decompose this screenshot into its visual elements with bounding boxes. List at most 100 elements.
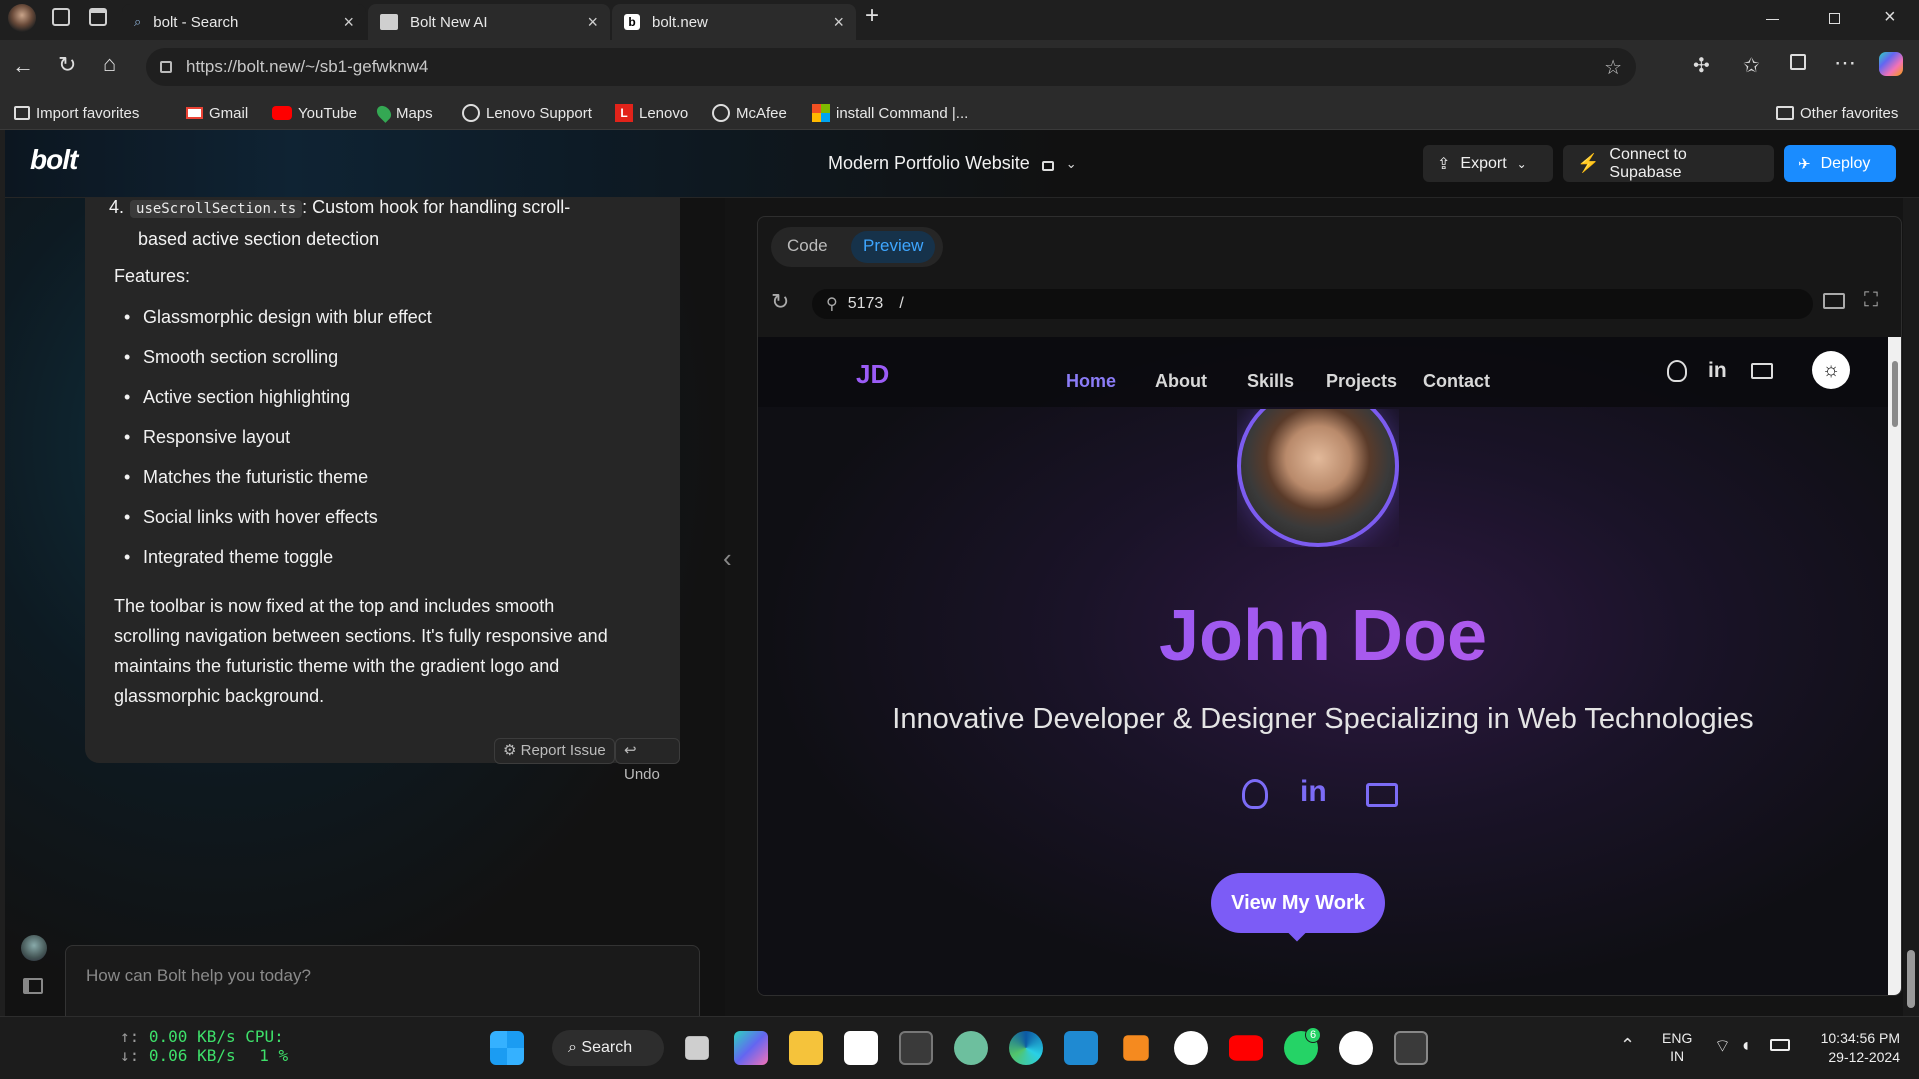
- linkedin-icon[interactable]: in: [1708, 359, 1727, 383]
- hero-github-icon[interactable]: [1242, 779, 1268, 809]
- hero-linkedin-icon[interactable]: in: [1300, 775, 1327, 809]
- bolt-logo[interactable]: bolt: [30, 144, 78, 176]
- favorite-star-icon[interactable]: ☆: [1604, 55, 1622, 80]
- favorites-icon[interactable]: ✩: [1743, 53, 1760, 78]
- clock[interactable]: 10:34:56 PM 29-12-2024: [1808, 1029, 1900, 1067]
- close-icon[interactable]: ×: [833, 12, 844, 33]
- view-my-work-button[interactable]: View My Work: [1211, 873, 1385, 933]
- github-app-icon[interactable]: [1339, 1031, 1373, 1065]
- tab-bolt-search[interactable]: ⌕ bolt - Search ×: [122, 4, 366, 40]
- undo-button[interactable]: ↩ Undo: [615, 738, 680, 783]
- chevron-down-icon: ⌄: [1516, 156, 1527, 171]
- tab-bolt-new-ai[interactable]: Bolt New AI ×: [368, 4, 610, 40]
- windows-taskbar: ↑: 0.00 KB/s CPU: ↓: 0.06 KB/s 1 % ⌕ Sea…: [0, 1016, 1919, 1079]
- close-icon[interactable]: ×: [587, 12, 598, 33]
- url-field[interactable]: https://bolt.new/~/sb1-gefwknw4 ☆: [146, 48, 1636, 86]
- bookmark-other-favorites[interactable]: Other favorites: [1776, 102, 1898, 124]
- battery-icon[interactable]: [1770, 1039, 1790, 1051]
- nav-home[interactable]: Home: [1066, 371, 1116, 392]
- bookmark-lenovo-support[interactable]: Lenovo Support: [462, 102, 592, 124]
- connect-supabase-button[interactable]: ⚡ Connect to Supabase: [1563, 145, 1774, 182]
- sidebar-toggle-icon[interactable]: [23, 978, 43, 994]
- tab-code[interactable]: Code: [787, 236, 828, 256]
- bookmark-youtube[interactable]: YouTube: [272, 102, 357, 124]
- fullscreen-icon[interactable]: ⛶: [1864, 289, 1878, 312]
- nav-about[interactable]: About: [1155, 371, 1207, 392]
- taskbar-search[interactable]: ⌕ Search: [552, 1030, 664, 1066]
- vscode-icon[interactable]: [1064, 1031, 1098, 1065]
- nav-skills[interactable]: Skills: [1247, 371, 1294, 392]
- copilot-icon[interactable]: [1879, 52, 1903, 76]
- extensions-icon[interactable]: ✣: [1693, 53, 1710, 78]
- bookmark-lenovo[interactable]: L Lenovo: [615, 102, 688, 124]
- workspaces-icon[interactable]: [52, 8, 70, 26]
- youtube-app-icon[interactable]: [1229, 1035, 1263, 1061]
- volume-icon[interactable]: ◖: [1740, 1035, 1751, 1056]
- bug-icon: ⚙: [503, 742, 521, 759]
- bookmark-gmail[interactable]: Gmail: [186, 102, 248, 124]
- bookmark-maps[interactable]: Maps: [374, 102, 433, 124]
- theme-toggle-button[interactable]: ☼: [1812, 351, 1850, 389]
- app-scrollbar[interactable]: [1903, 198, 1919, 1016]
- bookmark-install-command[interactable]: install Command |...: [812, 102, 968, 124]
- site-logo[interactable]: JD: [856, 359, 889, 390]
- prompt-box[interactable]: How can Bolt help you today? 🔗︎ ✦: [65, 945, 700, 1016]
- tab-bolt-new[interactable]: b bolt.new ×: [612, 4, 856, 40]
- preview-scrollbar[interactable]: [1888, 337, 1901, 995]
- port-plug-icon: ⚲: [826, 296, 838, 313]
- restore-icon[interactable]: [1829, 13, 1840, 24]
- scrollbar-thumb[interactable]: [1907, 950, 1915, 1008]
- task-view-icon[interactable]: [685, 1036, 709, 1060]
- scrollbar-thumb[interactable]: [1892, 361, 1898, 427]
- language-indicator[interactable]: ENG IN: [1662, 1029, 1692, 1065]
- preview-url-bar[interactable]: ⚲ 5173 /: [812, 289, 1813, 319]
- nav-projects[interactable]: Projects: [1326, 371, 1397, 392]
- bolt-app: bolt Modern Portfolio Website ⌄ ⇪ Export ⌄…: [5, 130, 1919, 1016]
- report-issue-button[interactable]: ⚙ Report Issue: [494, 738, 615, 764]
- home-icon[interactable]: ⌂: [103, 51, 116, 77]
- prompt-input[interactable]: How can Bolt help you today?: [86, 966, 311, 986]
- edge-icon[interactable]: [1009, 1031, 1043, 1065]
- start-icon[interactable]: [490, 1031, 524, 1065]
- collections-icon[interactable]: [1790, 54, 1806, 70]
- tray-chevron-icon[interactable]: ⌃: [1620, 1035, 1635, 1056]
- copilot-app-icon[interactable]: [734, 1031, 768, 1065]
- hero-mail-icon[interactable]: [1366, 783, 1398, 807]
- features-heading: Features:: [114, 266, 191, 286]
- terminal-icon[interactable]: [899, 1031, 933, 1065]
- file-explorer-icon[interactable]: [789, 1031, 823, 1065]
- back-icon[interactable]: ←: [12, 53, 34, 79]
- nav-contact[interactable]: Contact: [1423, 371, 1490, 392]
- tab-preview[interactable]: Preview: [851, 231, 936, 263]
- export-button[interactable]: ⇪ Export ⌄: [1423, 145, 1553, 182]
- close-icon[interactable]: ×: [343, 12, 354, 33]
- device-mode-icon[interactable]: [1823, 293, 1845, 309]
- github-icon[interactable]: [1667, 360, 1687, 382]
- tab-label: bolt.new: [652, 13, 708, 31]
- wifi-icon[interactable]: ⌔: [1714, 1035, 1731, 1058]
- share-icon: ⇪: [1437, 155, 1451, 173]
- project-title[interactable]: Modern Portfolio Website ⌄: [828, 153, 1077, 174]
- bookmark-import-favorites[interactable]: Import favorites: [14, 102, 139, 124]
- store-icon[interactable]: [844, 1031, 878, 1065]
- reload-preview-icon[interactable]: ↻: [771, 289, 789, 315]
- minimize-icon[interactable]: [1766, 19, 1779, 20]
- anydesk-icon[interactable]: [1174, 1031, 1208, 1065]
- more-icon[interactable]: ⋯: [1834, 50, 1856, 76]
- close-window-icon[interactable]: ×: [1884, 6, 1896, 29]
- collapse-chevron-icon[interactable]: ‹: [723, 543, 732, 574]
- site-preview: JD Home About Skills Projects Contact in…: [758, 337, 1888, 995]
- sublime-icon[interactable]: [1123, 1035, 1149, 1061]
- bookmark-mcafee[interactable]: McAfee: [712, 102, 787, 124]
- profile-avatar[interactable]: [8, 4, 36, 32]
- list-item: Active section highlighting: [124, 382, 350, 412]
- tab-actions-icon[interactable]: [89, 8, 107, 26]
- powershell-icon[interactable]: [1394, 1031, 1428, 1065]
- refresh-icon[interactable]: ↻: [58, 52, 76, 78]
- new-tab-icon[interactable]: +: [865, 2, 879, 30]
- chatgpt-icon[interactable]: [954, 1031, 988, 1065]
- mail-icon[interactable]: [1751, 363, 1773, 379]
- view-toggle: Code Preview: [771, 227, 943, 267]
- deploy-button[interactable]: ✈ Deploy: [1784, 145, 1896, 182]
- user-avatar[interactable]: [21, 935, 47, 961]
